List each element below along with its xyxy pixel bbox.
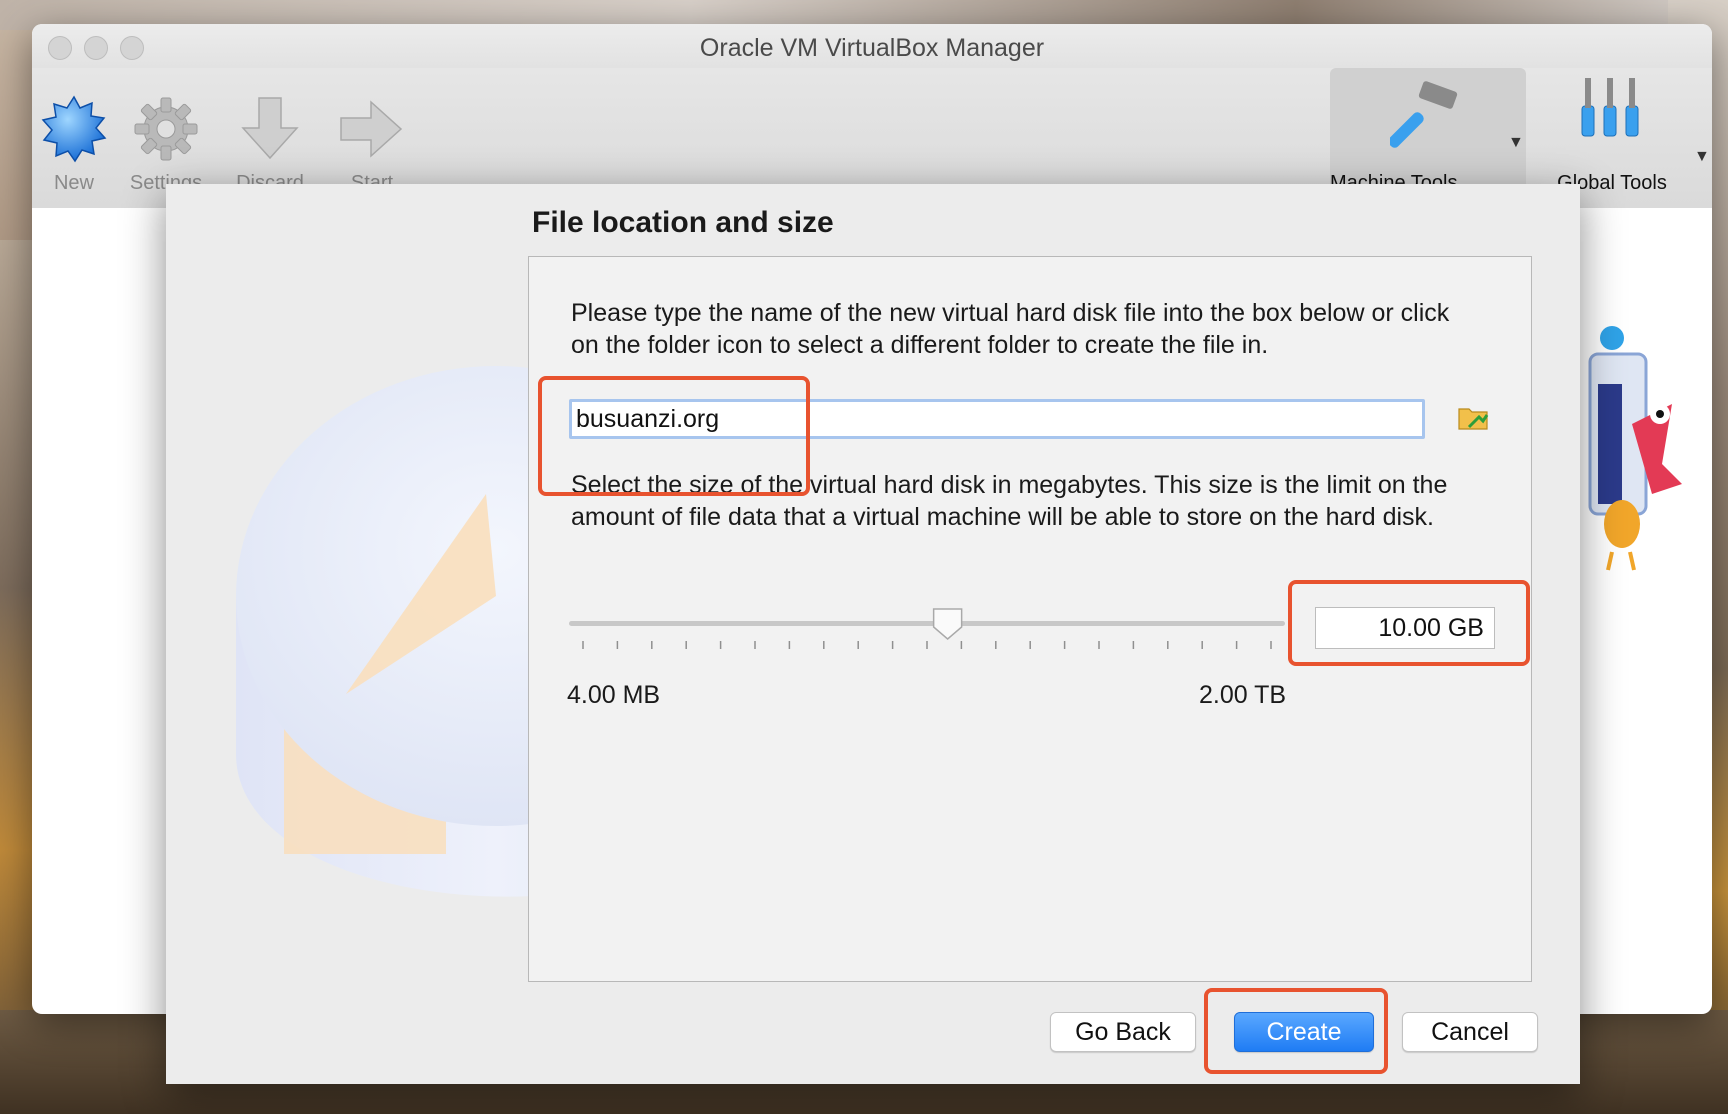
start-arrow-icon [340, 100, 403, 158]
global-tools-dropdown-icon[interactable]: ▼ [1694, 148, 1710, 166]
title-bar: Oracle VM VirtualBox Manager [32, 24, 1712, 68]
discard-arrow-icon [241, 97, 299, 160]
slider-ticks [582, 641, 1272, 649]
size-slider[interactable] [569, 603, 1285, 663]
new-label: New [53, 172, 94, 194]
filename-input[interactable] [569, 399, 1425, 439]
mascot-illustration [1588, 326, 1682, 571]
tools-icon [1581, 78, 1639, 137]
gear-icon [134, 97, 198, 161]
slider-thumb[interactable] [932, 608, 963, 640]
cancel-button[interactable]: Cancel [1402, 1012, 1538, 1052]
go-back-button[interactable]: Go Back [1050, 1012, 1196, 1052]
size-instructions: Select the size of the virtual hard disk… [571, 471, 1448, 531]
max-size-label: 2.00 TB [1199, 681, 1287, 709]
location-instructions: Please type the name of the new virtual … [571, 299, 1450, 359]
new-icon [41, 95, 107, 163]
create-virtual-hard-disk-dialog: File location and size Please type the n… [166, 184, 1580, 1084]
file-location-panel: Please type the name of the new virtual … [528, 256, 1532, 982]
new-button[interactable]: New [32, 68, 116, 208]
size-input[interactable] [1315, 607, 1495, 649]
dialog-heading: File location and size [532, 206, 834, 239]
choose-folder-icon[interactable] [1457, 401, 1491, 435]
machine-tools-dropdown-icon[interactable]: ▼ [1508, 134, 1524, 152]
hammer-icon [1390, 81, 1458, 148]
window-title: Oracle VM VirtualBox Manager [699, 34, 1045, 62]
min-size-label: 4.00 MB [567, 681, 661, 709]
create-button[interactable]: Create [1234, 1012, 1374, 1052]
